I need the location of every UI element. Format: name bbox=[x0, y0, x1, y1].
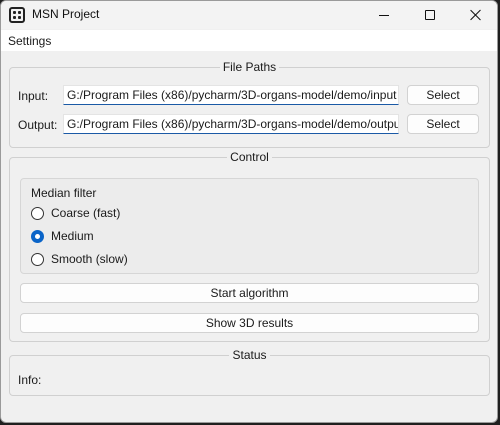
maximize-icon bbox=[425, 10, 435, 20]
minimize-icon bbox=[379, 14, 389, 16]
control-group: Control Median filter Coarse (fast) Medi… bbox=[9, 150, 490, 342]
minimize-button[interactable] bbox=[361, 1, 407, 29]
window-title: MSN Project bbox=[32, 7, 100, 21]
radio-button[interactable] bbox=[31, 229, 44, 243]
app-grid-icon bbox=[9, 7, 25, 23]
status-group: Status Info: bbox=[9, 348, 490, 396]
file-paths-title: File Paths bbox=[219, 60, 280, 74]
output-path-field[interactable]: G:/Program Files (x86)/pycharm/3D-organs… bbox=[63, 114, 399, 134]
radio-label: Medium bbox=[51, 229, 94, 243]
menu-settings[interactable]: Settings bbox=[8, 34, 51, 48]
radio-button[interactable] bbox=[31, 252, 44, 266]
maximize-button[interactable] bbox=[407, 1, 453, 29]
median-filter-title: Median filter bbox=[31, 186, 97, 200]
start-algorithm-button[interactable]: Start algorithm bbox=[20, 283, 479, 303]
main-window: MSN Project Settings File Paths Input: G… bbox=[0, 0, 498, 423]
title-bar[interactable]: MSN Project bbox=[1, 1, 497, 29]
close-icon bbox=[470, 9, 482, 21]
output-select-button[interactable]: Select bbox=[407, 114, 479, 134]
info-label: Info: bbox=[18, 373, 42, 387]
status-title: Status bbox=[229, 348, 270, 362]
radio-smooth[interactable]: Smooth (slow) bbox=[31, 252, 128, 266]
output-label: Output: bbox=[18, 118, 58, 132]
radio-coarse[interactable]: Coarse (fast) bbox=[31, 206, 120, 220]
radio-medium[interactable]: Medium bbox=[31, 229, 94, 243]
show-3d-results-button[interactable]: Show 3D results bbox=[20, 313, 479, 333]
median-filter-box: Median filter Coarse (fast) Medium Smoot… bbox=[20, 178, 479, 274]
input-label: Input: bbox=[18, 89, 49, 103]
radio-label: Smooth (slow) bbox=[51, 252, 128, 266]
control-title: Control bbox=[227, 150, 272, 164]
file-paths-group: File Paths Input: G:/Program Files (x86)… bbox=[9, 60, 490, 148]
radio-button[interactable] bbox=[31, 206, 44, 220]
input-path-field[interactable]: G:/Program Files (x86)/pycharm/3D-organs… bbox=[63, 85, 399, 105]
close-button[interactable] bbox=[453, 1, 497, 29]
radio-label: Coarse (fast) bbox=[51, 206, 121, 220]
menu-bar: Settings bbox=[1, 30, 497, 51]
input-select-button[interactable]: Select bbox=[407, 85, 479, 105]
